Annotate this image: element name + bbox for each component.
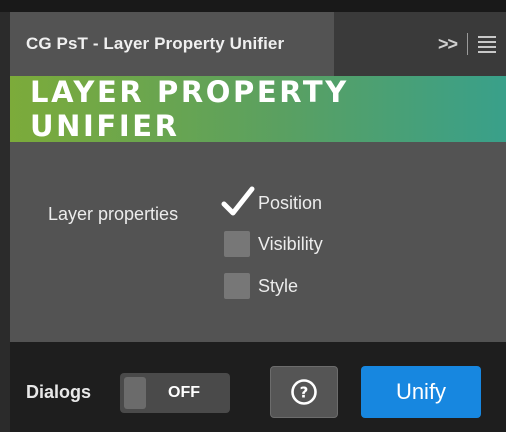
banner-title: LAYER PROPERTY UNIFIER <box>30 75 349 143</box>
help-button[interactable]: ? <box>270 366 338 418</box>
help-glyph: ? <box>300 384 309 402</box>
panel-tab-actions: >> <box>334 12 506 76</box>
style-checkbox[interactable] <box>224 273 250 299</box>
tab-actions-divider <box>467 33 468 55</box>
hamburger-menu-icon[interactable] <box>478 35 496 53</box>
layer-property-unifier-panel: CG PsT - Layer Property Unifier >> LAYER… <box>10 12 506 432</box>
panel-tab-bar: CG PsT - Layer Property Unifier >> <box>10 12 506 76</box>
layer-properties-section: Layer properties Position Visibility Sty… <box>10 142 506 342</box>
panel-tab[interactable]: CG PsT - Layer Property Unifier <box>10 12 334 76</box>
checkmark-icon <box>221 186 255 216</box>
title-banner: LAYER PROPERTY UNIFIER <box>10 75 506 143</box>
unify-button[interactable]: Unify <box>361 366 481 418</box>
option-visibility[interactable]: Visibility <box>224 231 323 257</box>
panel-tab-title: CG PsT - Layer Property Unifier <box>26 34 285 53</box>
question-circle-icon: ? <box>291 379 317 405</box>
option-style[interactable]: Style <box>224 273 298 299</box>
toggle-state-text: OFF <box>168 384 200 401</box>
dialogs-label: Dialogs <box>26 382 92 402</box>
visibility-label: Visibility <box>258 233 323 254</box>
panel-footer: Dialogs OFF ? Unify <box>10 342 506 432</box>
position-checkbox[interactable] <box>221 186 255 216</box>
dialogs-toggle[interactable]: OFF <box>120 373 230 413</box>
visibility-checkbox[interactable] <box>224 231 250 257</box>
window-top-bar <box>0 0 506 12</box>
option-position[interactable]: Position <box>221 186 323 216</box>
style-label: Style <box>258 275 299 296</box>
position-label: Position <box>258 192 323 213</box>
double-chevron-right-icon[interactable]: >> <box>438 34 458 55</box>
toggle-knob <box>124 377 146 409</box>
layer-properties-label: Layer properties <box>48 204 179 224</box>
